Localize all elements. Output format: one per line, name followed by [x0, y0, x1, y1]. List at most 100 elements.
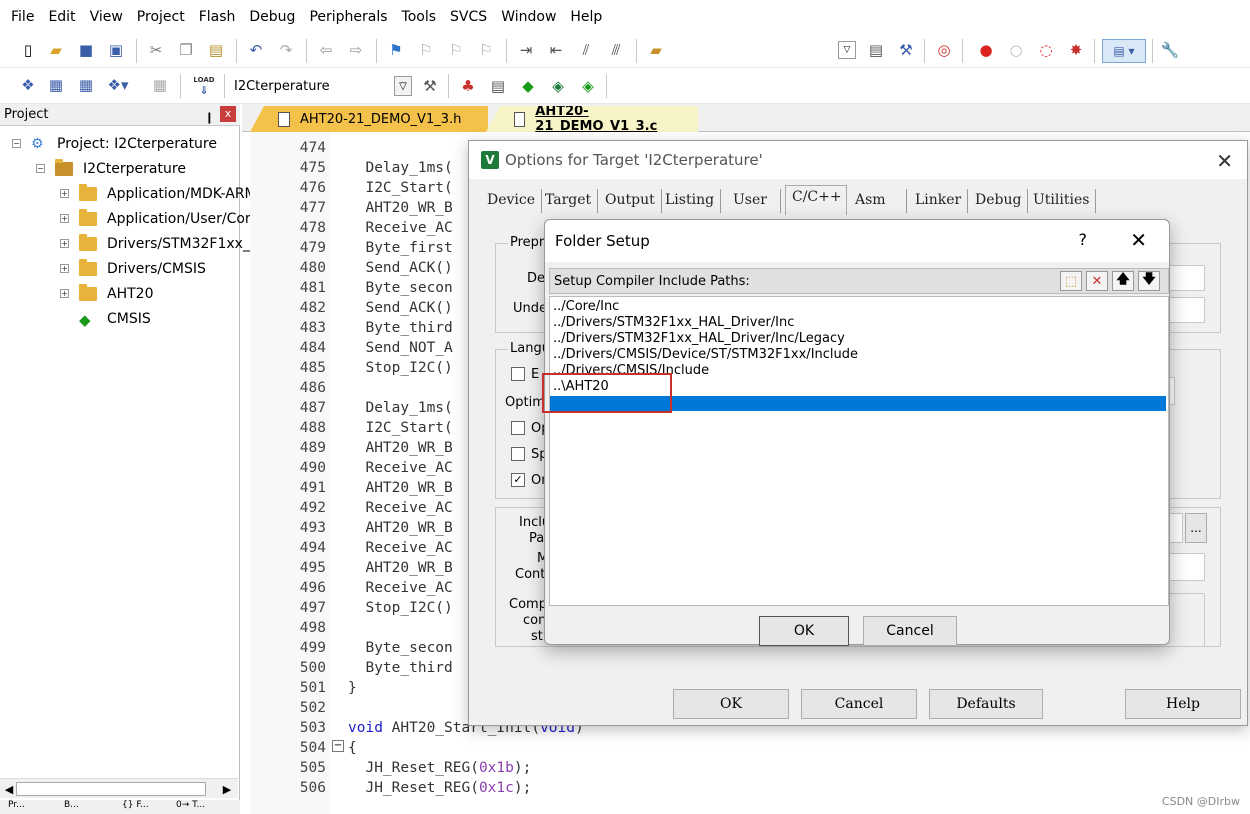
list-item[interactable]: ../Drivers/STM32F1xx_HAL_Driver/Inc [553, 315, 794, 331]
disable-breakpoint-icon[interactable]: ○ [1006, 40, 1026, 60]
help-icon[interactable]: ? [1079, 230, 1088, 249]
move-up-icon[interactable]: 🡅 [1112, 271, 1134, 291]
window-layout-icon[interactable]: ▤ ▾ [1102, 39, 1146, 63]
tree-cmsis-item[interactable]: ◆ CMSIS [79, 306, 151, 331]
tab-user[interactable]: User [727, 189, 781, 213]
cut-icon[interactable]: ✂ [146, 40, 166, 60]
paste-icon[interactable]: ▤ [206, 40, 226, 60]
collapse-icon[interactable]: − [36, 164, 45, 173]
menu-project[interactable]: Project [130, 9, 192, 25]
ok-button[interactable]: OK [673, 689, 789, 719]
execute-only-checkbox[interactable] [511, 367, 525, 381]
dropdown-arrow-icon[interactable]: ▽ [838, 41, 856, 59]
delete-path-icon[interactable]: ✕ [1086, 271, 1108, 291]
one-elf-section-checkbox[interactable]: ✓ [511, 473, 525, 487]
copy-icon[interactable]: ❐ [176, 40, 196, 60]
tree-group-item[interactable]: + Application/MDK-ARM [60, 181, 257, 206]
pack-installer-icon[interactable]: ◈ [548, 76, 568, 96]
unindent-icon[interactable]: ⇤ [546, 40, 566, 60]
tab-device[interactable]: Device [481, 189, 543, 213]
include-paths-list[interactable]: ../Core/Inc ../Drivers/STM32F1xx_HAL_Dri… [549, 296, 1169, 606]
expand-icon[interactable]: + [60, 189, 69, 198]
manage-run-time-icon[interactable]: ◆ [518, 76, 538, 96]
tab-utilities[interactable]: Utilities [1027, 189, 1097, 213]
help-button[interactable]: Help [1125, 689, 1241, 719]
tree-group-item[interactable]: + Drivers/CMSIS [60, 256, 206, 281]
expand-icon[interactable]: + [60, 239, 69, 248]
menu-flash[interactable]: Flash [192, 9, 243, 25]
tab-target[interactable]: Target [539, 189, 599, 213]
expand-icon[interactable]: + [60, 214, 69, 223]
close-icon[interactable]: ✕ [1130, 228, 1147, 252]
tab-aht20-source[interactable]: AHT20-21_DEMO_V1_3.c [486, 106, 698, 132]
fold-collapse-icon[interactable]: − [332, 740, 344, 752]
pin-icon[interactable]: ❙ [205, 107, 214, 129]
tree-group-item[interactable]: + AHT20 [60, 281, 153, 306]
tab-c-cpp[interactable]: C/C++ [785, 185, 847, 215]
scrollbar-thumb[interactable] [16, 782, 206, 796]
split-sections-checkbox[interactable] [511, 447, 525, 461]
new-file-icon[interactable]: ▯ [18, 40, 38, 60]
translate-icon[interactable]: ❖ [18, 75, 38, 95]
menu-peripherals[interactable]: Peripherals [302, 9, 394, 25]
uncomment-icon[interactable]: ⫻ [606, 40, 626, 60]
next-bookmark-icon[interactable]: ⚐ [446, 40, 466, 60]
select-packs-icon[interactable]: ▤ [488, 76, 508, 96]
expand-icon[interactable]: + [60, 289, 69, 298]
find-icon[interactable]: ▤ [866, 40, 886, 60]
tab-project[interactable]: Pr... [8, 800, 25, 810]
tab-books[interactable]: B... [64, 800, 79, 810]
tab-functions[interactable]: {} F... [122, 800, 149, 810]
defaults-button[interactable]: Defaults [929, 689, 1043, 719]
scroll-left-icon[interactable]: ◀ [2, 781, 16, 797]
component-icon[interactable]: ◈ [578, 76, 598, 96]
menu-svcs[interactable]: SVCS [443, 9, 494, 25]
configure-icon[interactable]: 🔧 [1160, 40, 1180, 60]
tree-target[interactable]: − I2Cterperature [36, 156, 186, 181]
download-load-icon[interactable]: LOAD ⇓ [192, 74, 216, 98]
list-item[interactable]: ../Core/Inc [553, 299, 619, 315]
debug-session-icon[interactable]: ◎ [934, 40, 954, 60]
manage-project-items-icon[interactable]: ♣ [458, 76, 478, 96]
list-item[interactable]: ../Drivers/CMSIS/Device/ST/STM32F1xx/Inc… [553, 347, 858, 363]
chevron-down-icon[interactable]: ▽ [394, 76, 412, 96]
menu-file[interactable]: File [4, 9, 41, 25]
scroll-right-icon[interactable]: ▶ [220, 781, 234, 797]
find-in-files-icon[interactable]: ▰ [646, 40, 666, 60]
indent-icon[interactable]: ⇥ [516, 40, 536, 60]
stop-build-icon[interactable]: ▦ [150, 75, 170, 95]
menu-debug[interactable]: Debug [242, 9, 302, 25]
menu-view[interactable]: View [83, 9, 130, 25]
tab-listing[interactable]: Listing [659, 189, 722, 213]
close-icon[interactable]: ✕ [1216, 149, 1233, 173]
menu-edit[interactable]: Edit [41, 9, 82, 25]
target-select[interactable]: I2Cterperature ▽ [230, 74, 412, 98]
menu-help[interactable]: Help [563, 9, 609, 25]
collapse-icon[interactable]: − [12, 139, 21, 148]
open-folder-icon[interactable]: ▰ [46, 40, 66, 60]
batch-build-icon[interactable]: ❖▾ [108, 75, 129, 95]
nav-back-icon[interactable]: ⇦ [316, 40, 336, 60]
undefine-input[interactable] [1169, 297, 1205, 323]
build-icon[interactable]: ▦ [46, 75, 66, 95]
move-down-icon[interactable]: 🡇 [1138, 271, 1160, 291]
cancel-button[interactable]: Cancel [801, 689, 917, 719]
tree-root-project[interactable]: − ⚙ Project: I2Cterperature [12, 131, 217, 156]
ok-button[interactable]: OK [759, 616, 849, 646]
expand-icon[interactable]: + [60, 264, 69, 273]
close-icon[interactable]: x [220, 106, 236, 122]
undo-icon[interactable]: ↶ [246, 40, 266, 60]
rebuild-icon[interactable]: ▦ [76, 75, 96, 95]
target-options-icon[interactable]: ⚒ [420, 76, 440, 96]
menu-window[interactable]: Window [494, 9, 563, 25]
prev-bookmark-icon[interactable]: ⚐ [416, 40, 436, 60]
redo-icon[interactable]: ↷ [276, 40, 296, 60]
define-input[interactable] [1169, 265, 1205, 291]
clear-bookmarks-icon[interactable]: ⚐ [476, 40, 496, 60]
nav-forward-icon[interactable]: ⇨ [346, 40, 366, 60]
new-path-icon[interactable]: ⬚ [1060, 271, 1082, 291]
tab-output[interactable]: Output [599, 189, 662, 213]
tab-templates[interactable]: 0→ T... [176, 800, 205, 810]
tree-group-item[interactable]: + Application/User/Core [60, 206, 259, 231]
tab-linker[interactable]: Linker [909, 189, 969, 213]
